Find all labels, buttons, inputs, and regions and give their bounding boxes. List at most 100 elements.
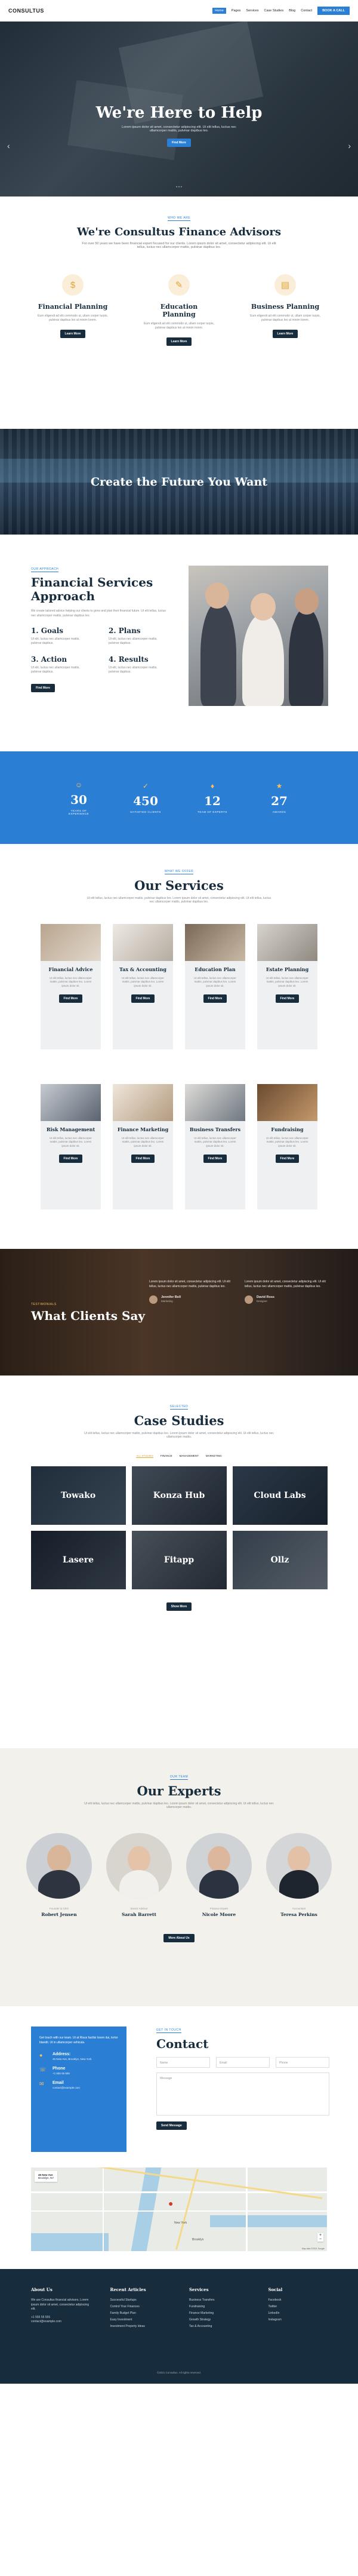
expert-photo	[106, 1833, 172, 1899]
stats-bar: ☺ 30 YEARS OF EXPERIENCE ✓ 450 SATISFIED CLI…	[0, 751, 358, 844]
footer-link[interactable]: Control Your Finances	[110, 2305, 169, 2308]
site-logo[interactable]: CONSULTUS	[8, 8, 44, 14]
case-title: Cloud Labs	[254, 1491, 306, 1500]
feature-title: Business Planning	[251, 303, 320, 311]
footer-link[interactable]: Finance Marketing	[189, 2311, 248, 2315]
service-text: Ut elit tellus, luctus nec ullamcorper m…	[122, 1136, 164, 1148]
footer-social-link[interactable]: Instagram	[268, 2318, 328, 2322]
nav-item-case-studies[interactable]: Case Studies	[264, 9, 284, 13]
contact-section: Get touch with our team. Ut at Risus fac…	[0, 2006, 358, 2156]
case-card[interactable]: Cloud Labs	[232, 1466, 328, 1525]
expert-photo	[266, 1833, 332, 1899]
service-card: Finance Marketing Ut elit tellus, luctus …	[113, 1084, 173, 1209]
footer-social-link[interactable]: Facebook	[268, 2298, 328, 2302]
service-title: Finance Marketing	[117, 1126, 169, 1132]
filter-all[interactable]: ALL STUDIES	[136, 1454, 153, 1458]
case-card[interactable]: Ollz	[232, 1531, 328, 1589]
footer-link[interactable]: Growth Strategy	[189, 2318, 248, 2322]
more-about-us-button[interactable]: More About Us	[163, 1934, 195, 1942]
filter-marketing[interactable]: MARKETING	[206, 1454, 222, 1458]
footer-link[interactable]: Family Budget Plan	[110, 2311, 169, 2315]
email-field[interactable]: Email	[216, 2057, 270, 2068]
service-title: Risk Management	[46, 1126, 95, 1132]
footer-about-text: We are Consultus financial advisors. Lor…	[31, 2298, 89, 2311]
footer-link[interactable]: Investment Property Ideas	[110, 2325, 169, 2328]
nav-item-pages[interactable]: Pages	[232, 9, 241, 13]
case-card[interactable]: Towako	[30, 1466, 126, 1525]
hero-find-more-button[interactable]: Find More	[167, 139, 191, 147]
footer-phone[interactable]: +1 555 55 555	[31, 2316, 90, 2320]
service-find-more-button[interactable]: Find More	[275, 994, 300, 1003]
service-image	[257, 1084, 317, 1121]
case-card[interactable]: Lasere	[30, 1531, 126, 1589]
service-find-more-button[interactable]: Find More	[203, 994, 227, 1003]
email-value[interactable]: contact@example.com	[53, 2086, 80, 2089]
footer-email[interactable]: contact@example.com	[31, 2320, 90, 2325]
contact-intro: Get touch with our team. Ut at Risus fac…	[39, 2036, 118, 2044]
service-image	[185, 1084, 245, 1121]
footer-link[interactable]: Successful Startups	[110, 2298, 169, 2302]
map-pin-icon[interactable]: ●	[168, 2199, 173, 2208]
expert-photo	[186, 1833, 252, 1899]
service-image	[113, 1084, 173, 1121]
banner-title: Create the Future You Want	[90, 475, 268, 489]
service-find-more-button[interactable]: Find More	[203, 1154, 227, 1163]
footer-link[interactable]: Tax & Accounting	[189, 2325, 248, 2328]
nav-item-services[interactable]: Services	[246, 9, 258, 13]
service-title: Fundraising	[271, 1126, 304, 1132]
footer-link[interactable]: Easy Investment	[110, 2318, 169, 2322]
approach-text: We create tailored advice helping our cl…	[31, 609, 166, 618]
service-text: Ut elit tellus, luctus nec ullamcorper m…	[266, 1136, 308, 1148]
footer-social-link[interactable]: Twitter	[268, 2305, 328, 2308]
service-card: Estate Planning Ut elit tellus, luctus ne…	[257, 924, 317, 1049]
service-card: Financial Advice Ut elit tellus, luctus n…	[41, 924, 101, 1049]
location-map[interactable]: 45 New Ave Brooklyn, NY ● New York Brookl…	[31, 2167, 327, 2251]
service-find-more-button[interactable]: Find More	[131, 1154, 155, 1163]
phone-field[interactable]: Phone	[276, 2057, 329, 2068]
show-more-button[interactable]: Show More	[166, 1602, 192, 1611]
service-title: Education Plan	[195, 966, 236, 972]
zoom-in-button[interactable]: +	[317, 2233, 323, 2237]
service-find-more-button[interactable]: Find More	[58, 1154, 83, 1163]
nav-item-home[interactable]: Home	[212, 8, 226, 14]
map-credit: Map data ©2021 Google	[301, 2248, 325, 2250]
nav-item-contact[interactable]: Contact	[301, 9, 312, 13]
filter-management[interactable]: MANAGEMENT	[180, 1454, 199, 1458]
team-photo	[189, 566, 328, 706]
step-text: Ut elit, luctus nec ullamcorper mattis, …	[31, 637, 80, 645]
expert-card: Senior Advisor Sarah Barrett	[106, 1833, 172, 1917]
footer-link[interactable]: Fundraising	[189, 2305, 248, 2308]
message-field[interactable]: Message	[156, 2073, 329, 2116]
quote-author: David Ross	[257, 1295, 274, 1299]
feature-text: Eum eligendi ad elit commodo ut, ullam c…	[250, 314, 320, 322]
stat-number: 27	[271, 794, 288, 808]
learn-more-button[interactable]: Learn More	[60, 330, 86, 338]
footer-link[interactable]: Business Transfers	[189, 2298, 248, 2302]
phone-value[interactable]: +1 555 55 555	[53, 2072, 70, 2075]
send-message-button[interactable]: Send Message	[156, 2121, 187, 2130]
phone-label: Phone	[53, 2067, 66, 2071]
expert-card: Finance Expert Nicole Moore	[186, 1833, 252, 1917]
learn-more-button[interactable]: Learn More	[166, 337, 192, 346]
service-title: Business Transfers	[189, 1126, 241, 1132]
service-card: Business Transfers Ut elit tellus, luctus…	[185, 1084, 245, 1209]
service-find-more-button[interactable]: Find More	[131, 994, 155, 1003]
zoom-out-button[interactable]: −	[317, 2237, 323, 2242]
footer-social-link[interactable]: LinkedIn	[268, 2311, 328, 2315]
case-title: Fitapp	[163, 1555, 195, 1565]
name-field[interactable]: Name	[156, 2057, 210, 2068]
case-card[interactable]: Fitapp	[131, 1531, 227, 1589]
nav-item-blog[interactable]: Blog	[289, 9, 295, 13]
service-image	[41, 924, 101, 961]
service-find-more-button[interactable]: Find More	[58, 994, 83, 1003]
slider-dots[interactable]: • • •	[0, 186, 358, 189]
book-call-button[interactable]: BOOK A CALL	[317, 7, 350, 15]
service-find-more-button[interactable]: Find More	[275, 1154, 300, 1163]
stat-item: ♦ 12 TEAM OF EXPERTS	[195, 782, 230, 813]
approach-find-more-button[interactable]: Find More	[31, 684, 55, 692]
case-card[interactable]: Konza Hub	[131, 1466, 227, 1525]
filter-finance[interactable]: FINANCE	[161, 1454, 172, 1458]
learn-more-button[interactable]: Learn More	[272, 330, 298, 338]
hero-slider: ‹ › We're Here to Help Lorem ipsum dolor…	[0, 22, 358, 196]
services-title: Our Services	[134, 878, 224, 893]
